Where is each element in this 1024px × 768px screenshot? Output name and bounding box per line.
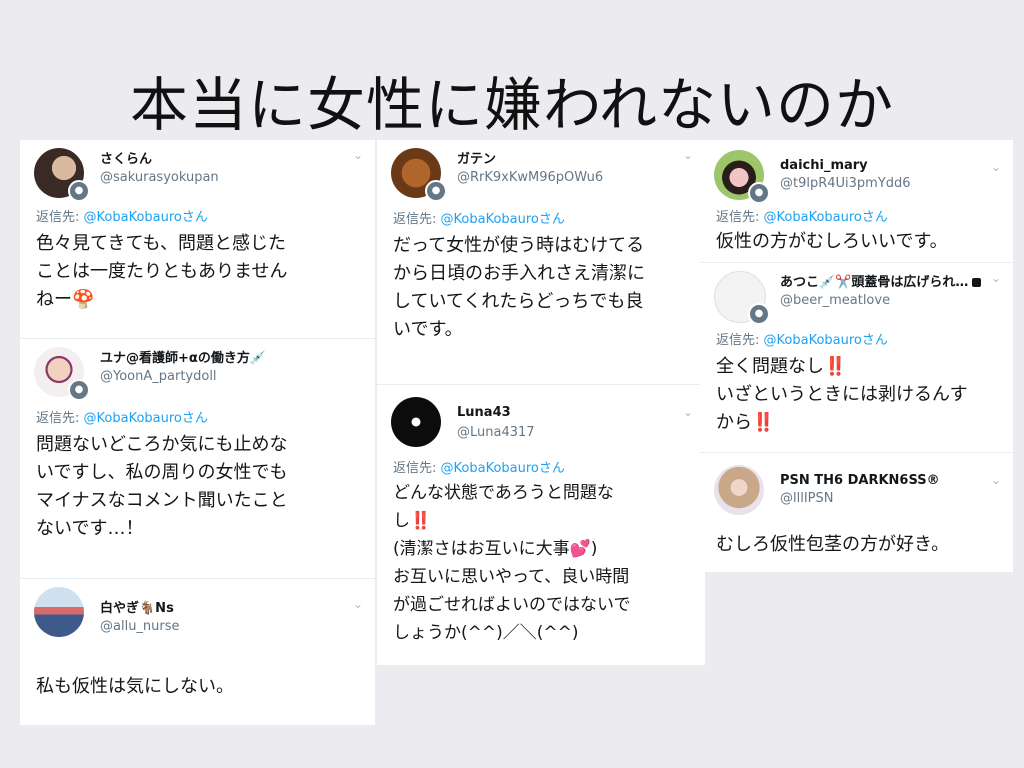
tweet[interactable]: Luna43 @Luna4317 ⌄ 返信先: @KobaKobauroさん ど… — [377, 384, 705, 666]
tweet-line: マイナスなコメント聞いたこと — [36, 490, 288, 511]
display-name[interactable]: Luna43 — [457, 405, 511, 420]
reply-prefix: 返信先: — [393, 461, 441, 476]
tweet-line: しょうか(^^)／＼(^^) — [393, 623, 579, 643]
lock-icon — [972, 278, 982, 287]
avatar[interactable] — [34, 587, 84, 637]
user-handle[interactable]: @sakurasyokupan — [100, 170, 219, 185]
reply-to-line: 返信先: @KobaKobauroさん — [393, 208, 565, 227]
tweet[interactable]: 白やぎ🐐Ns @allu_nurse ⌄ 私も仮性は気にしない。 — [20, 578, 375, 726]
display-name[interactable]: ガテン — [457, 148, 496, 167]
slide-title: 本当に女性に嫌われないのか — [129, 71, 895, 139]
tweet-line: いです。 — [393, 319, 463, 340]
follow-badge-icon: ● — [748, 182, 770, 204]
reply-to-link[interactable]: @KobaKobauroさん — [84, 411, 208, 426]
user-handle[interactable]: @Luna4317 — [457, 425, 535, 440]
user-handle[interactable]: @YoonA_partydoll — [100, 369, 217, 384]
chevron-down-icon[interactable]: ⌄ — [353, 149, 363, 161]
tweet-line: 仮性の方がむしろいいです。 — [716, 231, 948, 252]
display-name[interactable]: ユナ@看護師+αの働き方💉 — [100, 347, 266, 366]
display-name[interactable]: PSN TH6 DARKN6SS® — [780, 473, 940, 488]
tweet-line: 問題ないどころか気にも止めな — [36, 434, 288, 455]
avatar[interactable] — [714, 465, 764, 515]
follow-badge-icon: ● — [68, 180, 90, 202]
tweet-line: (清潔さはお互いに大事💕) — [393, 539, 598, 559]
reply-to-line: 返信先: @KobaKobauroさん — [716, 206, 888, 225]
tweet-line: から‼️ — [716, 412, 775, 433]
tweet[interactable]: ● ガテン @RrK9xKwM96pOWu6 ⌄ 返信先: @KobaKobau… — [377, 140, 705, 384]
reply-prefix: 返信先: — [393, 212, 441, 227]
tweet-panel-right: ● daichi_mary @t9lpR4Ui3pmYdd6 ⌄ 返信先: @K… — [700, 140, 1013, 572]
tweet-line: し‼️ — [393, 511, 432, 531]
tweet-line: どんな状態であろうと問題な — [393, 483, 614, 503]
reply-to-link[interactable]: @KobaKobauroさん — [441, 461, 565, 476]
tweet-line: 全く問題なし‼️ — [716, 356, 847, 377]
tweet-text: だって女性が使う時はむけてる から日頃のお手入れさえ清潔に していてくれたらどっ… — [393, 232, 695, 344]
tweet-text: どんな状態であろうと問題な し‼️ (清潔さはお互いに大事💕) お互いに思いやっ… — [393, 479, 695, 647]
reply-prefix: 返信先: — [36, 210, 84, 225]
tweet[interactable]: PSN TH6 DARKN6SS® @lllIPSN ⌄ むしろ仮性包茎の方が好… — [700, 452, 1013, 573]
tweet[interactable]: ● daichi_mary @t9lpR4Ui3pmYdd6 ⌄ 返信先: @K… — [700, 140, 1013, 262]
tweet-text: 仮性の方がむしろいいです。 — [716, 228, 1003, 256]
tweet-line: 私も仮性は気にしない。 — [36, 676, 234, 697]
tweet-text: 私も仮性は気にしない。 — [36, 673, 365, 701]
reply-to-link[interactable]: @KobaKobauroさん — [441, 212, 565, 227]
chevron-down-icon[interactable]: ⌄ — [991, 161, 1001, 173]
reply-prefix: 返信先: — [36, 411, 84, 426]
tweet-panel-middle: ● ガテン @RrK9xKwM96pOWu6 ⌄ 返信先: @KobaKobau… — [377, 140, 705, 665]
reply-to-line: 返信先: @KobaKobauroさん — [36, 407, 208, 426]
tweet-line: ねー🍄 — [36, 289, 95, 310]
tweet-panel-left: ● さくらん @sakurasyokupan ⌄ 返信先: @KobaKobau… — [20, 140, 375, 725]
tweet-text: 問題ないどころか気にも止めな いですし、私の周りの女性でも マイナスなコメント聞… — [36, 431, 365, 543]
user-handle[interactable]: @beer_meatlove — [780, 293, 890, 308]
follow-badge-icon: ● — [425, 180, 447, 202]
user-handle[interactable]: @allu_nurse — [100, 619, 180, 634]
tweet-line: から日頃のお手入れさえ清潔に — [393, 263, 645, 284]
reply-to-line: 返信先: @KobaKobauroさん — [716, 329, 888, 348]
display-name[interactable]: daichi_mary — [780, 158, 868, 173]
tweet[interactable]: ● ユナ@看護師+αの働き方💉 @YoonA_partydoll 返信先: @K… — [20, 338, 375, 579]
avatar[interactable] — [391, 397, 441, 447]
reply-to-link[interactable]: @KobaKobauroさん — [764, 333, 888, 348]
reply-to-line: 返信先: @KobaKobauroさん — [393, 457, 565, 476]
tweet-line: が過ごせればよいのではないで — [393, 595, 631, 615]
user-handle[interactable]: @t9lpR4Ui3pmYdd6 — [780, 176, 911, 191]
chevron-down-icon[interactable]: ⌄ — [991, 474, 1001, 486]
follow-badge-icon: ● — [748, 303, 770, 325]
chevron-down-icon[interactable]: ⌄ — [353, 598, 363, 610]
tweet-text: 色々見てきても、問題と感じた ことは一度たりともありません ねー🍄 — [36, 230, 365, 314]
display-name[interactable]: さくらん — [100, 148, 152, 167]
chevron-down-icon[interactable]: ⌄ — [683, 149, 693, 161]
tweet-line: 色々見てきても、問題と感じた — [36, 233, 287, 254]
tweet-line: むしろ仮性包茎の方が好き。 — [716, 534, 950, 555]
tweet-line: いざというときには剥けるんす — [716, 384, 968, 405]
tweet[interactable]: ● さくらん @sakurasyokupan ⌄ 返信先: @KobaKobau… — [20, 140, 375, 338]
chevron-down-icon[interactable]: ⌄ — [683, 406, 693, 418]
reply-to-line: 返信先: @KobaKobauroさん — [36, 206, 208, 225]
tweet-text: むしろ仮性包茎の方が好き。 — [716, 531, 1003, 559]
display-name[interactable]: 白やぎ🐐Ns — [100, 597, 174, 616]
tweet-line: いですし、私の周りの女性でも — [36, 462, 288, 483]
user-handle[interactable]: @lllIPSN — [780, 491, 834, 506]
reply-to-link[interactable]: @KobaKobauroさん — [764, 210, 888, 225]
chevron-down-icon[interactable]: ⌄ — [991, 272, 1001, 284]
tweet-line: していてくれたらどっちでも良 — [393, 291, 644, 312]
follow-badge-icon: ● — [68, 379, 90, 401]
reply-prefix: 返信先: — [716, 333, 764, 348]
tweet-text: 全く問題なし‼️ いざというときには剥けるんす から‼️ — [716, 353, 1003, 437]
tweet-line: ないです…！ — [36, 518, 144, 539]
display-name-text: あつこ💉✂️頭蓋骨は広げられ… — [780, 275, 969, 290]
tweet-line: ことは一度たりともありません — [36, 261, 288, 282]
display-name[interactable]: あつこ💉✂️頭蓋骨は広げられ… — [780, 271, 982, 290]
reply-to-link[interactable]: @KobaKobauroさん — [84, 210, 208, 225]
tweet-line: お互いに思いやって、良い時間 — [393, 567, 630, 587]
user-handle[interactable]: @RrK9xKwM96pOWu6 — [457, 170, 603, 185]
tweet[interactable]: ● あつこ💉✂️頭蓋骨は広げられ… @beer_meatlove ⌄ 返信先: … — [700, 262, 1013, 453]
tweet-line: だって女性が使う時はむけてる — [393, 235, 645, 256]
reply-prefix: 返信先: — [716, 210, 764, 225]
